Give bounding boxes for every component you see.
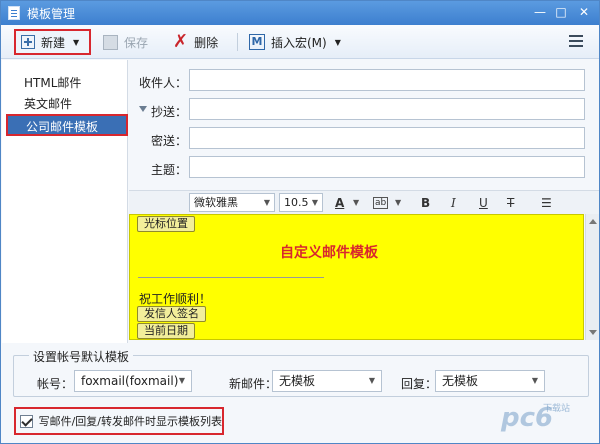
chevron-down-icon[interactable]: ▼ — [335, 38, 341, 47]
app-icon — [8, 6, 20, 20]
account-select[interactable]: foxmail(foxmail) ▼ — [74, 370, 192, 392]
current-date-chip[interactable]: 当前日期 — [137, 323, 195, 339]
template-manager-window: 模板管理 — □ ✕ 新建 ▼ 保存 ✗ 删除 M 插入宏(M) ▼ HTML邮… — [0, 0, 600, 444]
scroll-up-icon[interactable] — [589, 219, 597, 224]
expand-triangle-icon[interactable] — [139, 106, 147, 112]
show-template-list-label: 写邮件/回复/转发邮件时显示模板列表 — [38, 415, 222, 428]
new-mail-label: 新邮件： — [229, 377, 278, 391]
cc-row: 抄送： — [129, 98, 599, 122]
template-title-text: 自定义邮件模板 — [280, 245, 378, 261]
template-item-english[interactable]: 英文邮件 — [2, 93, 128, 115]
to-row: 收件人： — [129, 69, 599, 93]
font-size-value: 10.5 — [284, 196, 309, 209]
account-label: 帐号： — [37, 377, 74, 391]
greeting-text: 祝工作顺利！ — [139, 292, 212, 306]
show-template-list-checkbox[interactable] — [20, 414, 33, 428]
delete-icon: ✗ — [173, 31, 189, 52]
new-button-label: 新建 — [41, 35, 66, 50]
plus-icon — [21, 35, 35, 49]
reply-template-select[interactable]: 无模板 ▼ — [435, 370, 545, 392]
highlight-button[interactable]: ab — [373, 197, 389, 209]
default-template-group-title: 设置帐号默认模板 — [29, 348, 134, 365]
save-button[interactable]: 保存 — [103, 29, 148, 55]
to-input[interactable] — [189, 69, 585, 91]
delete-button-label: 删除 — [194, 35, 219, 50]
delete-button[interactable]: ✗ 删除 — [173, 29, 218, 55]
macro-icon: M — [249, 34, 265, 50]
template-item-label: HTML邮件 — [24, 76, 82, 90]
save-button-label: 保存 — [124, 35, 149, 50]
font-select[interactable]: 微软雅黑 ▼ — [189, 193, 275, 212]
list-icon[interactable]: ☰ — [541, 195, 552, 211]
template-item-label: 公司邮件模板 — [26, 120, 99, 134]
watermark-logo: pc6 下载站 — [501, 397, 591, 437]
chevron-down-icon[interactable]: ▼ — [395, 195, 401, 211]
subject-row: 主题： — [129, 156, 599, 180]
subject-input[interactable] — [189, 156, 585, 178]
bcc-label: 密送： — [150, 134, 187, 148]
new-mail-template-select[interactable]: 无模板 ▼ — [272, 370, 382, 392]
chevron-down-icon: ▼ — [311, 198, 318, 207]
mail-header-form: 收件人： 抄送： 密送： 主题： — [129, 60, 599, 189]
chevron-down-icon: ▼ — [178, 376, 185, 385]
divider — [138, 277, 324, 278]
scroll-down-icon[interactable] — [589, 330, 597, 335]
font-size-select[interactable]: 10.5 ▼ — [279, 193, 323, 212]
minimize-button[interactable]: — — [531, 4, 549, 20]
window-title: 模板管理 — [27, 7, 76, 21]
watermark-subtext: 下载站 — [543, 404, 571, 414]
subject-label: 主题： — [150, 163, 187, 177]
new-mail-template-value: 无模板 — [279, 374, 316, 388]
new-button[interactable]: 新建 ▼ — [14, 29, 91, 55]
cursor-position-chip[interactable]: 光标位置 — [137, 216, 195, 232]
chevron-down-icon: ▼ — [263, 198, 270, 207]
insert-macro-label: 插入宏(M) — [271, 35, 327, 50]
insert-macro-button[interactable]: M 插入宏(M) ▼ — [249, 29, 341, 55]
font-color-button[interactable]: A — [335, 195, 344, 211]
template-item-html[interactable]: HTML邮件 — [2, 72, 128, 94]
toolbar-separator — [237, 33, 238, 51]
to-label: 收件人： — [138, 76, 187, 90]
template-item-label: 英文邮件 — [24, 97, 73, 111]
close-button[interactable]: ✕ — [575, 4, 593, 20]
reply-template-value: 无模板 — [442, 374, 479, 388]
chevron-down-icon[interactable]: ▼ — [353, 195, 359, 211]
bold-button[interactable]: B — [421, 195, 430, 211]
toolbar: 新建 ▼ 保存 ✗ 删除 M 插入宏(M) ▼ — [1, 25, 599, 59]
font-select-value: 微软雅黑 — [194, 196, 238, 209]
chevron-down-icon[interactable]: ▼ — [73, 38, 79, 47]
template-list: HTML邮件 英文邮件 公司邮件模板 — [2, 60, 128, 343]
reply-label: 回复： — [401, 377, 438, 391]
cc-label: 抄送： — [150, 105, 187, 119]
show-template-list-option[interactable]: 写邮件/回复/转发邮件时显示模板列表 — [14, 407, 224, 435]
editor-scrollbar[interactable] — [585, 214, 599, 340]
menu-icon[interactable] — [569, 35, 583, 47]
sender-signature-chip[interactable]: 发信人签名 — [137, 306, 206, 322]
italic-button[interactable]: I — [451, 195, 456, 211]
template-editor[interactable]: 光标位置 自定义邮件模板 祝工作顺利！ 发信人签名 当前日期 — [129, 214, 584, 340]
maximize-button[interactable]: □ — [552, 4, 570, 20]
save-icon — [103, 34, 118, 50]
format-toolbar: 微软雅黑 ▼ 10.5 ▼ A ▼ ab ▼ B I U T ☰ — [129, 190, 599, 214]
bcc-input[interactable] — [189, 127, 585, 149]
strikethrough-button[interactable]: T — [507, 195, 514, 211]
template-item-company[interactable]: 公司邮件模板 — [6, 114, 128, 136]
title-bar[interactable]: 模板管理 — □ ✕ — [1, 1, 599, 25]
chevron-down-icon: ▼ — [368, 376, 375, 385]
underline-button[interactable]: U — [479, 195, 488, 211]
cc-input[interactable] — [189, 98, 585, 120]
chevron-down-icon: ▼ — [531, 376, 538, 385]
bcc-row: 密送： — [129, 127, 599, 151]
account-select-value: foxmail(foxmail) — [81, 374, 179, 388]
